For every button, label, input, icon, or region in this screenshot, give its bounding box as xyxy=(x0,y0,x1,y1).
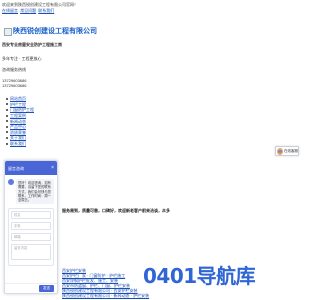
close-icon[interactable]: × xyxy=(51,165,54,171)
send-button[interactable]: 发送 xyxy=(39,285,54,292)
nav-item[interactable]: 门窗防护工程 xyxy=(6,107,34,113)
bullet-icon xyxy=(6,131,8,134)
top-link-faq[interactable]: 常见问题 xyxy=(20,8,36,13)
email-field[interactable]: 邮箱 xyxy=(11,233,51,242)
bullet-icon xyxy=(6,120,8,123)
nav-item[interactable]: 联系我们 xyxy=(6,141,34,147)
top-bar: 欢迎来到陕西锐创建设工程有限公司官网！ 在线留言 常见问题 联系我们 xyxy=(2,2,202,13)
welcome-text: 欢迎来到陕西锐创建设工程有限公司官网！ xyxy=(2,2,78,7)
logo-text: 陕西锐创建设工程有限公司 xyxy=(13,28,97,35)
phone-field[interactable]: 手机 xyxy=(11,222,51,231)
online-service-button[interactable]: 在线客服 xyxy=(275,146,299,156)
brand-line: 多年专注 · 工程更放心 xyxy=(2,56,42,61)
bullet-icon xyxy=(6,108,8,111)
service-avatar-icon xyxy=(277,147,283,155)
news-item[interactable]: 陕西锐创建设工程有限公司 · 新闻动态 · 护栏安装 xyxy=(62,293,149,298)
slogan: 西安专业房屋安全防护工程施工商 xyxy=(2,42,62,47)
top-link-message[interactable]: 在线留言 xyxy=(2,8,18,13)
chat-greeting: 您好！欢迎咨询，如有需要，请留下您的联系方式，我们会尽快与您联系，工作时间：周一… xyxy=(16,179,54,205)
bullet-icon xyxy=(6,103,8,106)
bullet-icon xyxy=(6,142,8,145)
chat-form: 姓名 手机 邮箱 留言内容 xyxy=(8,208,54,267)
chat-widget: 留言咨询 × 您好！欢迎咨询，如有需要，请留下您的联系方式，我们会尽快与您联系，… xyxy=(4,160,58,294)
broken-image-icon xyxy=(4,28,12,37)
chat-title: 留言咨询 xyxy=(8,165,24,171)
main-nav: 网站首页 护栏工程 门窗防护工程 工程案例 新闻动态 产品中心 资质荣誉 关于我… xyxy=(6,96,34,146)
top-links: 在线留言 常见问题 联系我们 xyxy=(2,8,202,13)
site-logo[interactable]: 陕西锐创建设工程有限公司 xyxy=(4,28,97,37)
bullet-icon xyxy=(6,125,8,128)
chat-message: 您好！欢迎咨询，如有需要，请留下您的联系方式，我们会尽快与您联系，工作时间：周一… xyxy=(8,179,54,205)
consult-label: 咨询服务热线 xyxy=(2,67,26,72)
chat-header: 留言咨询 × xyxy=(5,161,57,175)
chat-footer: 发送 xyxy=(5,283,57,293)
watermark: 0401导航库 xyxy=(143,263,256,288)
phone-number: 13729603686 xyxy=(2,83,27,88)
news-list: 西安护栏安装 西安护栏厂家 · 门窗防护 · 护栏施工 西安锌钢护栏批发、施工、… xyxy=(62,268,149,298)
bullet-icon xyxy=(6,97,8,100)
message-field[interactable]: 留言内容 xyxy=(11,244,51,261)
avatar xyxy=(8,179,14,185)
bullet-icon xyxy=(6,136,8,139)
bullet-icon xyxy=(6,114,8,117)
name-field[interactable]: 姓名 xyxy=(11,211,51,220)
banner-text: 服务周到，质量可靠，口碑好，欢迎新老客户前来洽谈，众多 xyxy=(62,208,170,213)
online-service-label: 在线客服 xyxy=(284,148,298,153)
top-link-contact[interactable]: 联系我们 xyxy=(38,8,54,13)
